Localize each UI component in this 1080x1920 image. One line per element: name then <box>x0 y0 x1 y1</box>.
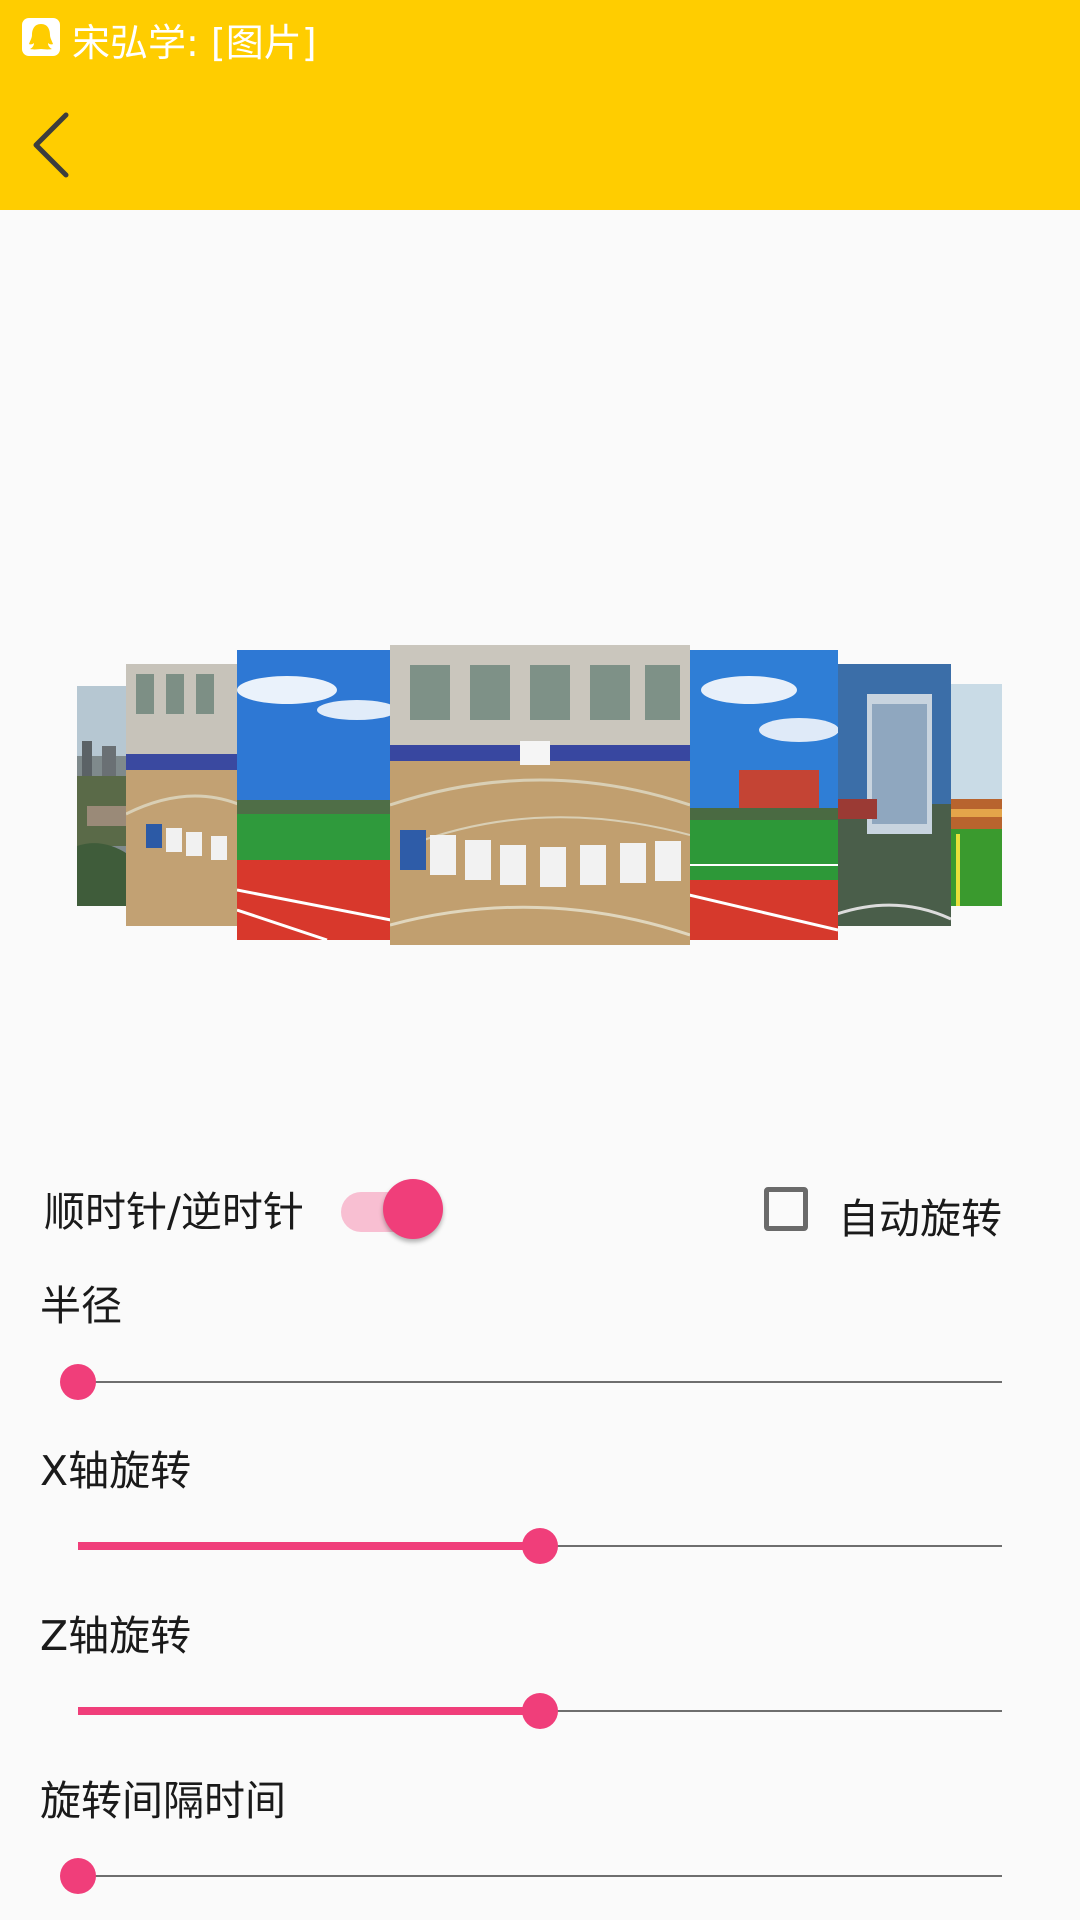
rotation-interval-label: 旋转间隔时间 <box>40 1777 286 1825</box>
slider-knob[interactable] <box>60 1364 96 1400</box>
gym-students-circle-photo[interactable] <box>390 645 690 945</box>
auto-rotate-checkbox[interactable] <box>764 1187 808 1231</box>
status-bar: 宋弘学: [图片] <box>0 0 1080 75</box>
back-button[interactable] <box>22 105 82 185</box>
slider-rail <box>78 1381 1002 1383</box>
x-rotation-slider[interactable] <box>56 1516 1006 1576</box>
controls-panel: 顺时针/逆时针 自动旋转 半径 X轴旋转 Z轴旋转 旋转间隔时间 <box>0 1110 1080 1920</box>
radius-slider[interactable] <box>56 1352 1006 1412</box>
auto-rotate-label: 自动旋转 <box>838 1195 1002 1243</box>
slider-knob[interactable] <box>522 1528 558 1564</box>
z-rotation-label: Z轴旋转 <box>40 1612 192 1660</box>
chevron-left-icon <box>33 112 69 178</box>
carousel-gallery[interactable] <box>0 210 1080 1110</box>
notification-text: 宋弘学: [图片] <box>72 21 317 65</box>
slider-knob[interactable] <box>522 1693 558 1729</box>
running-track-sky-photo[interactable] <box>237 650 391 940</box>
track-red-building-photo[interactable] <box>689 650 838 940</box>
z-rotation-slider[interactable] <box>56 1681 1006 1741</box>
direction-toggle[interactable] <box>341 1176 445 1239</box>
app-bar <box>0 75 1080 210</box>
slider-fill <box>78 1707 540 1715</box>
rotation-interval-slider[interactable] <box>56 1846 1006 1906</box>
stadium-crowd-photo[interactable] <box>950 684 1002 906</box>
radius-label: 半径 <box>40 1282 122 1330</box>
slider-fill <box>78 1542 540 1550</box>
direction-label: 顺时针/逆时针 <box>44 1188 304 1236</box>
slider-knob[interactable] <box>60 1858 96 1894</box>
toggle-thumb <box>383 1179 443 1239</box>
slider-rail <box>78 1875 1002 1877</box>
gym-students-circle-photo[interactable] <box>126 664 238 926</box>
qq-penguin-icon <box>22 18 60 56</box>
tall-building-photo[interactable] <box>837 664 951 926</box>
x-rotation-label: X轴旋转 <box>40 1447 192 1495</box>
